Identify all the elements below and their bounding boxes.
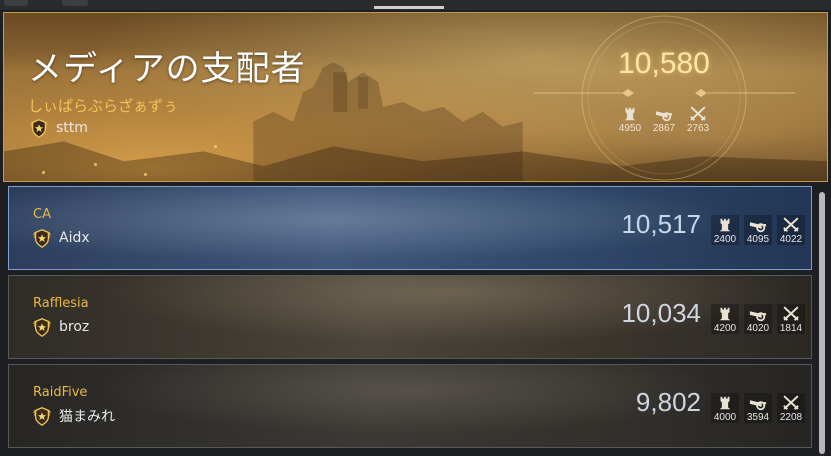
stat-value: 4095 (746, 234, 770, 245)
top-guild-name[interactable]: しぃぱらぶらざぁずぅ (28, 95, 178, 116)
guild-ranking-list: CA Aidx 10,517 2400 4095 4022 Rafflesia … (6, 186, 814, 456)
stat-cannon: 4095 (744, 215, 772, 245)
guild-stats: 4200 4020 1814 (711, 304, 805, 334)
cannon-icon (653, 105, 675, 123)
leader-name: Aidx (59, 230, 90, 246)
leader-name: broz (59, 319, 90, 335)
guild-emblem-icon (31, 405, 53, 427)
cannon-icon (747, 305, 769, 323)
active-tab-indicator (374, 6, 444, 9)
stat-swords: 1814 (777, 304, 805, 334)
list-scrollbar[interactable] (819, 192, 825, 456)
stat-value: 4950 (618, 123, 642, 134)
power-ring-ornament (534, 15, 795, 181)
crossed-swords-icon (687, 105, 709, 123)
territory-title: メディアの支配者 (28, 49, 306, 89)
top-guild-stats: 4950 2867 2763 (616, 105, 712, 134)
ember-particle (42, 171, 45, 174)
stat-value: 3594 (746, 412, 770, 423)
guild-stats: 4000 3594 2208 (711, 393, 805, 423)
stat-value: 4022 (779, 234, 803, 245)
top-tab-bar (0, 0, 831, 10)
guild-emblem-icon (28, 117, 50, 139)
guild-emblem-icon (31, 227, 53, 249)
cannon-icon (747, 216, 769, 234)
stat-swords: 2208 (777, 393, 805, 423)
stat-tower: 4000 (711, 393, 739, 423)
crossed-swords-icon (780, 216, 802, 234)
cannon-icon (747, 394, 769, 412)
guild-name[interactable]: CA (33, 207, 51, 222)
top-guild-banner[interactable]: メディアの支配者 しぃぱらぶらざぁずぅ sttm 10,580 4950 286… (3, 12, 828, 182)
guild-leader: 猫まみれ (31, 405, 115, 427)
ember-particle (144, 173, 147, 176)
leader-name: 猫まみれ (59, 409, 115, 425)
castle-tower-icon (619, 105, 641, 123)
crossed-swords-icon (780, 394, 802, 412)
stat-tower: 4200 (711, 304, 739, 334)
ember-particle (214, 145, 217, 148)
guild-row[interactable]: Rafflesia broz 10,034 4200 4020 1814 (8, 275, 812, 359)
stat-cannon: 4020 (744, 304, 772, 334)
ember-particle (94, 163, 97, 166)
castle-tower-icon (714, 216, 736, 234)
guild-stats: 2400 4095 4022 (711, 215, 805, 245)
guild-row[interactable]: RaidFive 猫まみれ 9,802 4000 3594 2208 (8, 364, 812, 448)
tab-stub-second[interactable] (62, 0, 88, 6)
top-guild-power: 10,580 (618, 47, 710, 80)
guild-leader: broz (31, 316, 89, 338)
stat-value: 2763 (686, 123, 710, 134)
guild-power: 10,034 (621, 298, 701, 328)
tab-stub-left[interactable] (4, 0, 28, 6)
stat-tower: 2400 (711, 215, 739, 245)
stat-value: 4020 (746, 323, 770, 334)
leader-name: sttm (56, 120, 88, 136)
guild-name[interactable]: Rafflesia (33, 296, 89, 311)
guild-power: 9,802 (635, 387, 701, 417)
stat-cannon: 2867 (650, 105, 678, 134)
guild-name[interactable]: RaidFive (33, 385, 87, 400)
guild-row[interactable]: CA Aidx 10,517 2400 4095 4022 (8, 186, 812, 270)
castle-tower-icon (714, 394, 736, 412)
crossed-swords-icon (780, 305, 802, 323)
stat-value: 2867 (652, 123, 676, 134)
stat-tower: 4950 (616, 105, 644, 134)
stat-cannon: 3594 (744, 393, 772, 423)
castle-tower-icon (714, 305, 736, 323)
stat-value: 2400 (713, 234, 737, 245)
scrollbar-thumb[interactable] (819, 192, 825, 454)
stat-swords: 4022 (777, 215, 805, 245)
guild-leader: Aidx (31, 227, 90, 249)
stat-value: 2208 (779, 412, 803, 423)
stat-value: 4200 (713, 323, 737, 334)
guild-power: 10,517 (621, 209, 701, 239)
top-guild-leader: sttm (28, 117, 88, 139)
guild-emblem-icon (31, 316, 53, 338)
stat-value: 4000 (713, 412, 737, 423)
stat-swords: 2763 (684, 105, 712, 134)
stat-value: 1814 (779, 323, 803, 334)
